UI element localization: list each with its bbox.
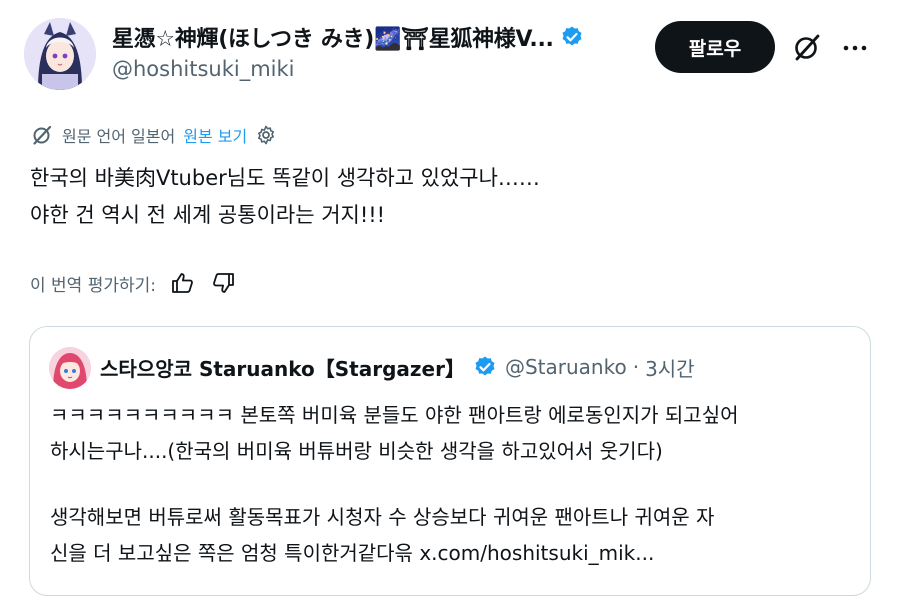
translate-grok-icon <box>30 123 54 147</box>
quote-header: 스타으앙코 Staruanko【Stargazer】 @Staruanko · … <box>100 351 695 383</box>
follow-button[interactable]: 팔로우 <box>655 21 775 73</box>
thumbs-down-icon[interactable] <box>210 270 236 296</box>
grok-icon[interactable] <box>791 31 823 63</box>
author-handle[interactable]: @hoshitsuki_miki <box>112 57 295 81</box>
quote-timestamp[interactable]: 3시간 <box>645 353 695 382</box>
quote-text: ㅋㅋㅋㅋㅋㅋㅋㅋㅋㅋ 본토쪽 버미육 분들도 야한 팬아트랑 에로동인지가 되고… <box>50 397 739 571</box>
quote-verified-badge-icon <box>473 355 497 379</box>
author-avatar[interactable] <box>24 18 96 90</box>
show-original-link[interactable]: 원본 보기 <box>183 123 247 147</box>
quote-author-avatar[interactable] <box>49 347 91 389</box>
more-options-icon[interactable] <box>842 35 868 61</box>
verified-badge-icon <box>560 25 584 49</box>
rate-translation-row: 이 번역 평가하기: <box>30 268 236 298</box>
author-display-name[interactable]: 星憑☆神輝(ほしつき みき)🌌⛩星狐神様V... <box>112 21 554 53</box>
quote-line: 신을 더 보고싶은 쪽은 엄청 특이한거같다윾 x.com/hoshitsuki… <box>50 541 655 565</box>
gear-icon[interactable] <box>255 124 277 146</box>
author-name-row: 星憑☆神輝(ほしつき みき)🌌⛩星狐神様V... <box>112 20 584 54</box>
tweet-line: 한국의 바美肉Vtuber님도 똑같이 생각하고 있었구나…… <box>30 166 540 190</box>
quote-author-name[interactable]: 스타으앙코 Staruanko【Stargazer】 <box>100 353 465 382</box>
quote-line: 하시는구나....(한국의 버미육 버튜버랑 비슷한 생각을 하고있어서 웃기다… <box>50 439 663 463</box>
tweet-line: 야한 건 역시 전 세계 공통이라는 거지!!! <box>30 203 386 227</box>
translation-info-row: 원문 언어 일본어 원본 보기 <box>30 121 277 149</box>
tweet-text: 한국의 바美肉Vtuber님도 똑같이 생각하고 있었구나…… 야한 건 역시 … <box>30 160 540 234</box>
quote-author-handle[interactable]: @Staruanko <box>505 355 627 379</box>
avatar-image <box>24 18 96 90</box>
quote-avatar-image <box>49 347 91 389</box>
thumbs-up-icon[interactable] <box>170 270 196 296</box>
quote-line: ㅋㅋㅋㅋㅋㅋㅋㅋㅋㅋ 본토쪽 버미육 분들도 야한 팬아트랑 에로동인지가 되고… <box>50 403 739 427</box>
quote-line: 생각해보면 버튜로써 활동목표가 시청자 수 상승보다 귀여운 팬아트나 귀여운… <box>50 505 715 529</box>
translation-source-label: 원문 언어 일본어 <box>62 127 176 146</box>
separator-dot: · <box>632 355 640 379</box>
rate-translation-label: 이 번역 평가하기: <box>30 275 157 296</box>
quoted-tweet-card[interactable]: 스타으앙코 Staruanko【Stargazer】 @Staruanko · … <box>29 326 871 596</box>
